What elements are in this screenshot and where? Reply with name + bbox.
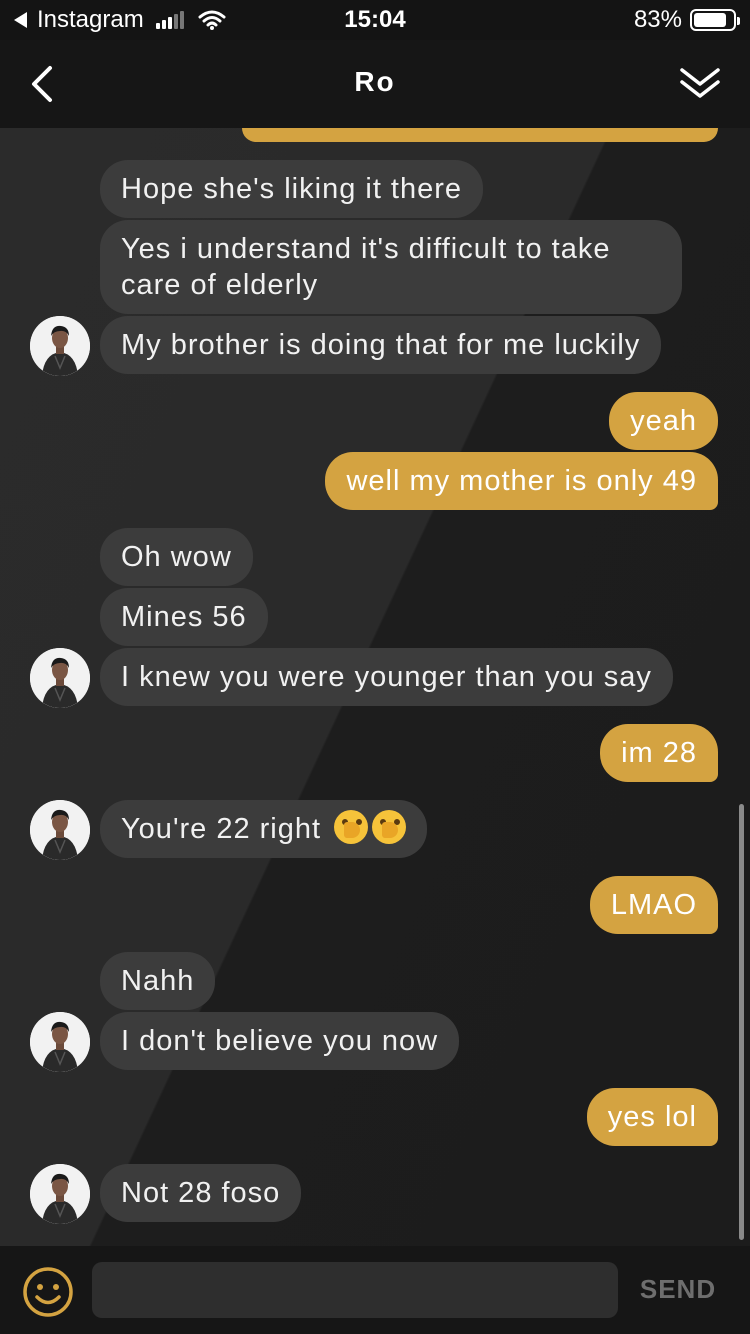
received-message[interactable]: Oh wow xyxy=(100,528,253,586)
cut-off-sent-message xyxy=(242,128,718,142)
battery-fill xyxy=(694,13,726,27)
received-message[interactable]: You're 22 right xyxy=(100,800,428,859)
avatar[interactable] xyxy=(30,648,90,708)
scrollbar[interactable] xyxy=(739,804,744,1240)
avatar[interactable] xyxy=(30,316,90,376)
received-message[interactable]: Not 28 foso xyxy=(100,1164,302,1222)
sent-message[interactable]: LMAO xyxy=(589,876,718,934)
profile-picture xyxy=(30,648,90,708)
battery-icon xyxy=(690,9,740,31)
profile-picture xyxy=(30,1164,90,1224)
message-input[interactable] xyxy=(92,1262,618,1318)
profile-picture xyxy=(30,1012,90,1072)
message-text: You're 22 right xyxy=(121,813,322,845)
received-message[interactable]: My brother is doing that for me luckily xyxy=(100,316,662,374)
received-message[interactable]: Hope she's liking it there xyxy=(100,160,484,218)
sent-message[interactable]: well my mother is only 49 xyxy=(325,452,718,510)
face-with-hand-over-mouth-icon xyxy=(334,810,369,845)
profile-picture xyxy=(30,316,90,376)
contact-name[interactable]: Ro xyxy=(0,66,750,98)
battery-percent: 83% xyxy=(633,6,682,33)
sent-message[interactable]: im 28 xyxy=(600,724,718,782)
avatar[interactable] xyxy=(30,1164,90,1224)
battery-status: 83% xyxy=(633,6,740,34)
received-message[interactable]: Mines 56 xyxy=(100,588,268,646)
received-message[interactable]: I don't believe you now xyxy=(100,1012,460,1070)
smiley-icon xyxy=(23,1267,73,1317)
received-message[interactable]: Nahh xyxy=(100,952,216,1010)
face-with-hand-over-mouth-icon xyxy=(372,810,407,845)
sent-message[interactable]: yeah xyxy=(609,392,718,450)
profile-picture xyxy=(30,800,90,860)
sent-message[interactable]: yes lol xyxy=(586,1088,718,1146)
status-bar: Instagram 15:04 83% xyxy=(0,0,750,40)
double-chevron-down-icon xyxy=(680,68,720,98)
message-list[interactable]: Hope she's liking it there Yes i underst… xyxy=(0,128,750,1246)
emoji-button[interactable] xyxy=(22,1266,74,1318)
message-composer: SEND xyxy=(0,1246,750,1334)
received-message[interactable]: I knew you were younger than you say xyxy=(100,648,673,706)
avatar[interactable] xyxy=(30,800,90,860)
collapse-chat-button[interactable] xyxy=(678,62,722,106)
chat-header: Ro xyxy=(0,40,750,128)
received-message[interactable]: Yes i understand it's difficult to take … xyxy=(100,220,682,314)
send-button[interactable]: SEND xyxy=(628,1274,728,1305)
avatar[interactable] xyxy=(30,1012,90,1072)
